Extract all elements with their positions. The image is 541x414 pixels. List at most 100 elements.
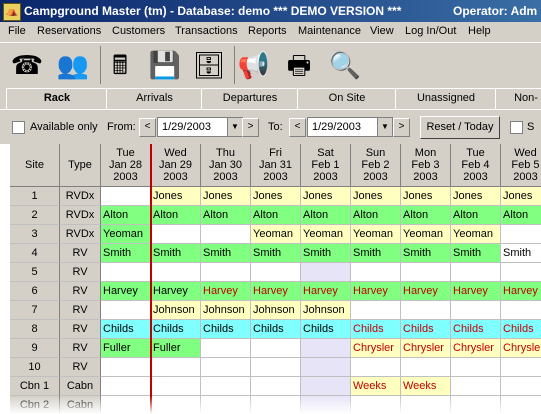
phone-icon[interactable]: ☎ bbox=[8, 46, 46, 84]
reservation-cell[interactable] bbox=[301, 263, 351, 282]
cd-speaker-icon[interactable]: 📢 bbox=[234, 46, 273, 84]
menu-reports[interactable]: Reports bbox=[248, 25, 287, 37]
day-column-header[interactable]: Sun Feb 2 2003 bbox=[351, 144, 401, 187]
day-column-header[interactable]: Wed Jan 29 2003 bbox=[151, 144, 201, 187]
day-column-header[interactable]: Fri Jan 31 2003 bbox=[251, 144, 301, 187]
reservation-cell[interactable]: Childs bbox=[451, 320, 501, 339]
reservation-cell[interactable] bbox=[501, 377, 541, 396]
reservation-cell[interactable]: Alton bbox=[501, 206, 541, 225]
reservation-cell[interactable]: Smith bbox=[101, 244, 151, 263]
to-next-button[interactable]: > bbox=[393, 118, 410, 137]
site-cell[interactable]: 3 bbox=[10, 225, 60, 244]
menu-customers[interactable]: Customers bbox=[112, 25, 165, 37]
from-next-button[interactable]: > bbox=[242, 118, 259, 137]
reservation-cell[interactable]: Alton bbox=[401, 206, 451, 225]
reservation-cell[interactable]: Childs bbox=[151, 320, 201, 339]
reservation-cell[interactable]: Yeoman bbox=[251, 225, 301, 244]
dropdown-arrow-icon[interactable]: ▼ bbox=[227, 118, 242, 136]
reservation-cell[interactable] bbox=[501, 225, 541, 244]
reservation-cell[interactable]: Alton bbox=[451, 206, 501, 225]
tab-unassigned[interactable]: Unassigned bbox=[395, 88, 497, 109]
tab-rack[interactable]: Rack bbox=[6, 88, 108, 109]
reservation-cell[interactable] bbox=[151, 358, 201, 377]
from-date-field[interactable]: 1/29/2003 ▼ bbox=[157, 117, 243, 137]
reservation-cell[interactable] bbox=[201, 225, 251, 244]
reservation-cell[interactable] bbox=[251, 358, 301, 377]
site-cell[interactable]: 5 bbox=[10, 263, 60, 282]
reservation-cell[interactable]: Jones bbox=[501, 187, 541, 206]
menu-reservations[interactable]: Reservations bbox=[37, 25, 101, 37]
reservation-cell[interactable]: Harvey bbox=[251, 282, 301, 301]
site-cell[interactable]: 1 bbox=[10, 187, 60, 206]
site-cell[interactable]: 4 bbox=[10, 244, 60, 263]
reservation-cell[interactable] bbox=[301, 377, 351, 396]
reservation-cell[interactable]: Harvey bbox=[301, 282, 351, 301]
menu-transactions[interactable]: Transactions bbox=[175, 25, 238, 37]
site-cell[interactable]: 6 bbox=[10, 282, 60, 301]
reservation-cell[interactable]: Alton bbox=[251, 206, 301, 225]
reservation-cell[interactable]: Smith bbox=[351, 244, 401, 263]
reservation-cell[interactable]: Childs bbox=[201, 320, 251, 339]
reservation-cell[interactable]: Alton bbox=[151, 206, 201, 225]
printer-calculator-icon[interactable]: 🖩 bbox=[100, 46, 139, 84]
site-cell[interactable]: 8 bbox=[10, 320, 60, 339]
reservation-cell[interactable]: Alton bbox=[101, 206, 151, 225]
site-cell[interactable]: 10 bbox=[10, 358, 60, 377]
reservation-cell[interactable]: Yeoman bbox=[301, 225, 351, 244]
reservation-cell[interactable]: Jones bbox=[251, 187, 301, 206]
safe-icon[interactable]: 🗄 bbox=[190, 46, 228, 84]
reservation-cell[interactable]: Harvey bbox=[451, 282, 501, 301]
reservation-cell[interactable]: Johnson bbox=[301, 301, 351, 320]
reservation-cell[interactable]: Jones bbox=[401, 187, 451, 206]
reservation-cell[interactable]: Weeks bbox=[401, 377, 451, 396]
reservation-cell[interactable]: Jones bbox=[301, 187, 351, 206]
available-only-checkbox[interactable] bbox=[12, 121, 25, 134]
from-prev-button[interactable]: < bbox=[139, 118, 156, 137]
reservation-cell[interactable]: Smith bbox=[151, 244, 201, 263]
reservation-cell[interactable]: Jones bbox=[201, 187, 251, 206]
reservation-cell[interactable] bbox=[251, 377, 301, 396]
reservation-cell[interactable] bbox=[501, 263, 541, 282]
reservation-cell[interactable]: Harvey bbox=[151, 282, 201, 301]
reservation-cell[interactable]: Childs bbox=[501, 320, 541, 339]
reservation-cell[interactable]: Harvey bbox=[101, 282, 151, 301]
reset-today-button[interactable]: Reset / Today bbox=[420, 116, 500, 139]
reservation-cell[interactable]: Smith bbox=[301, 244, 351, 263]
day-column-header[interactable]: Sat Feb 1 2003 bbox=[301, 144, 351, 187]
reservation-cell[interactable]: Johnson bbox=[201, 301, 251, 320]
reservation-cell[interactable]: Smith bbox=[401, 244, 451, 263]
reservation-cell[interactable]: Fuller bbox=[151, 339, 201, 358]
reservation-cell[interactable] bbox=[451, 377, 501, 396]
reservation-cell[interactable]: Alton bbox=[201, 206, 251, 225]
day-column-header[interactable]: Wed Feb 5 2003 bbox=[501, 144, 541, 187]
reservation-cell[interactable] bbox=[351, 301, 401, 320]
reservation-cell[interactable] bbox=[451, 301, 501, 320]
reservation-cell[interactable]: Chrysler bbox=[501, 339, 541, 358]
reservation-cell[interactable]: Johnson bbox=[151, 301, 201, 320]
menu-help[interactable]: Help bbox=[468, 25, 491, 37]
dropdown-arrow-icon[interactable]: ▼ bbox=[377, 118, 392, 136]
reservation-cell[interactable] bbox=[301, 339, 351, 358]
reservation-cell[interactable]: Yeoman bbox=[351, 225, 401, 244]
reservation-cell[interactable] bbox=[401, 358, 451, 377]
reservation-cell[interactable] bbox=[151, 377, 201, 396]
reservation-cell[interactable]: Chrysler bbox=[401, 339, 451, 358]
reservation-cell[interactable]: Yeoman bbox=[401, 225, 451, 244]
reservation-cell[interactable] bbox=[501, 358, 541, 377]
day-column-header[interactable]: Tue Feb 4 2003 bbox=[451, 144, 501, 187]
site-column-header[interactable]: Site bbox=[10, 144, 60, 187]
reservation-cell[interactable]: Jones bbox=[351, 187, 401, 206]
reservation-cell[interactable] bbox=[401, 263, 451, 282]
reservation-cell[interactable]: Harvey bbox=[201, 282, 251, 301]
reservation-cell[interactable] bbox=[251, 263, 301, 282]
reservation-cell[interactable] bbox=[301, 358, 351, 377]
reservation-cell[interactable]: Johnson bbox=[251, 301, 301, 320]
reservation-cell[interactable] bbox=[251, 339, 301, 358]
reservation-cell[interactable] bbox=[101, 377, 151, 396]
reservation-cell[interactable]: Smith bbox=[251, 244, 301, 263]
reservation-cell[interactable] bbox=[501, 301, 541, 320]
search-icon[interactable]: 🔍 bbox=[326, 46, 364, 84]
reservation-cell[interactable]: Alton bbox=[351, 206, 401, 225]
reservation-cell[interactable] bbox=[201, 339, 251, 358]
reservation-cell[interactable]: Yeoman bbox=[451, 225, 501, 244]
